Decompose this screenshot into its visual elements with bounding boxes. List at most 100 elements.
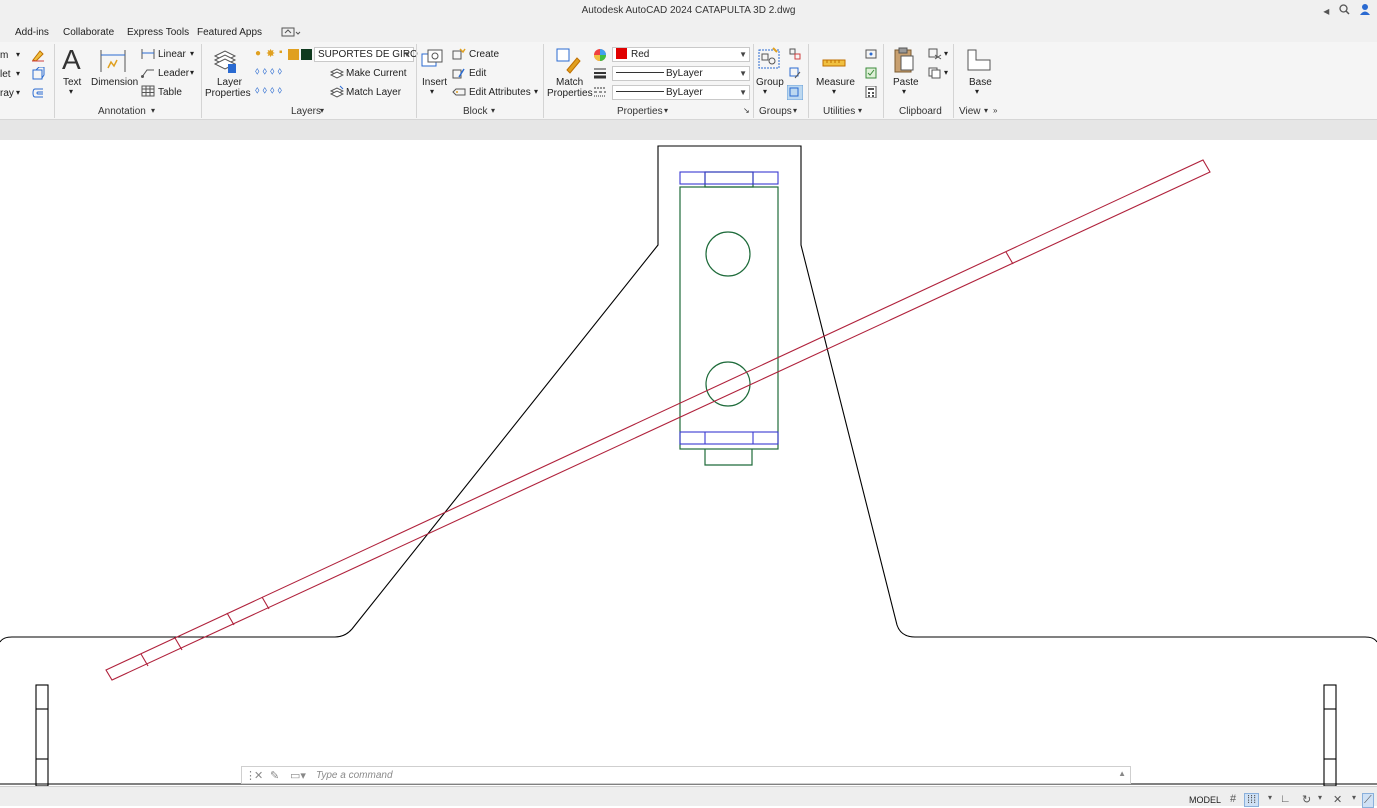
dropdown-arrow-icon[interactable]: ▾ [944, 68, 948, 77]
quick-select-icon[interactable] [865, 67, 877, 79]
text-icon[interactable]: A [62, 44, 81, 76]
cut-icon[interactable] [928, 48, 942, 60]
layer-thaw-icon[interactable]: ✸ [266, 47, 275, 60]
grid-icon[interactable]: # [1230, 793, 1236, 805]
explode-icon[interactable] [31, 67, 45, 81]
dropdown-arrow-icon[interactable]: ▾ [763, 87, 767, 96]
expand-ribbon-icon[interactable]: » [993, 106, 997, 115]
tab-featured-apps[interactable]: Featured Apps [197, 27, 262, 38]
make-current-icon[interactable] [330, 66, 344, 79]
calculator-icon[interactable] [865, 86, 877, 98]
dropdown-arrow-icon[interactable]: ▾ [190, 68, 194, 77]
match-layer-button[interactable]: Match Layer [346, 87, 401, 98]
recent-commands-icon[interactable]: ▭▾ [290, 769, 306, 782]
match-properties-label-1[interactable]: Match [556, 77, 583, 88]
dropdown-arrow-icon[interactable]: ▾ [1318, 793, 1322, 802]
polar-icon[interactable]: ↻ [1302, 793, 1311, 806]
edit-attributes-button[interactable]: Edit Attributes [469, 87, 531, 98]
snap-icon[interactable]: ⁞⁞⁞ [1244, 793, 1260, 807]
dimension-button[interactable]: Dimension [91, 77, 138, 88]
edit-block-button[interactable]: Edit [469, 68, 486, 79]
dropdown-arrow-icon[interactable]: ▾ [1352, 793, 1356, 802]
layer-tool-icons-row-2[interactable]: ⬨⬨⬨⬨ [255, 85, 285, 96]
lineweight-icon[interactable] [593, 67, 607, 79]
erase-icon[interactable] [31, 48, 45, 62]
dropdown-arrow-icon[interactable]: ▾ [534, 87, 538, 96]
dropdown-arrow-icon[interactable]: ▾ [944, 49, 948, 58]
utilities-panel-title[interactable]: Utilities [823, 106, 855, 117]
layer-on-icon[interactable]: ● [255, 48, 261, 59]
group-button[interactable]: Group [756, 77, 784, 88]
match-properties-icon[interactable] [555, 46, 581, 74]
table-icon[interactable] [141, 85, 155, 97]
group-selection-icon[interactable] [787, 85, 803, 100]
properties-panel-title[interactable]: Properties [617, 106, 663, 117]
copy-icon[interactable] [928, 67, 942, 79]
dropdown-arrow-icon[interactable]: ▾ [151, 106, 155, 115]
tab-collaborate[interactable]: Collaborate [63, 27, 114, 38]
dropdown-arrow-icon[interactable]: ▾ [902, 87, 906, 96]
dropdown-arrow-icon[interactable]: ▾ [190, 49, 194, 58]
layer-properties-label-2[interactable]: Properties [205, 88, 251, 99]
tab-add-ins[interactable]: Add-ins [15, 27, 49, 38]
dropdown-arrow-icon[interactable]: ▾ [16, 69, 20, 78]
user-icon[interactable] [1359, 4, 1371, 18]
dropdown-arrow-icon[interactable]: ▾ [664, 106, 668, 115]
command-input[interactable]: Type a command [316, 770, 393, 781]
expand-history-icon[interactable]: ▲ [1118, 769, 1126, 778]
block-panel-title[interactable]: Block [463, 106, 487, 117]
model-space-button[interactable]: MODEL [1189, 795, 1221, 805]
tab-overflow-icon[interactable] [281, 26, 301, 41]
dialog-launcher-icon[interactable]: ↘ [743, 106, 750, 115]
dropdown-arrow-icon[interactable]: ▾ [16, 88, 20, 97]
dropdown-arrow-icon[interactable]: ▾ [984, 106, 988, 115]
modify-partial-label-1[interactable]: m [0, 50, 8, 61]
layer-dropdown[interactable]: SUPORTES DE GIRO ▼ [314, 47, 418, 62]
layer-unlock-icon[interactable]: ▪ [279, 47, 283, 58]
create-block-icon[interactable] [452, 48, 466, 60]
view-panel-title[interactable]: View [959, 106, 981, 117]
base-view-icon[interactable] [966, 48, 992, 72]
dropdown-arrow-icon[interactable]: ▾ [320, 106, 324, 115]
search-icon[interactable] [1339, 4, 1353, 18]
command-line[interactable]: ⋮ ✕ ✎ ▭▾ Type a command ▲ [241, 766, 1131, 784]
color-dropdown[interactable]: Red ▼ [612, 47, 750, 62]
create-block-button[interactable]: Create [469, 49, 499, 60]
match-properties-label-2[interactable]: Properties [547, 88, 593, 99]
dropdown-arrow-icon[interactable]: ▾ [975, 87, 979, 96]
offset-icon[interactable] [31, 86, 45, 100]
leader-icon[interactable] [141, 66, 155, 78]
dropdown-arrow-icon[interactable]: ▾ [858, 106, 862, 115]
tab-express-tools[interactable]: Express Tools [127, 27, 189, 38]
dimension-icon[interactable] [99, 48, 127, 74]
insert-button[interactable]: Insert [422, 77, 447, 88]
match-layer-icon[interactable] [330, 85, 344, 98]
dropdown-arrow-icon[interactable]: ▾ [793, 106, 797, 115]
linear-icon[interactable] [141, 48, 155, 60]
dropdown-arrow-icon[interactable]: ▾ [16, 50, 20, 59]
group-edit-icon[interactable] [789, 67, 801, 79]
group-icon[interactable] [757, 46, 781, 74]
dropdown-arrow-icon[interactable]: ▾ [430, 87, 434, 96]
dropdown-arrow-icon[interactable]: ▾ [491, 106, 495, 115]
dropdown-arrow-icon[interactable]: ▾ [69, 87, 73, 96]
edit-attributes-icon[interactable] [452, 86, 466, 98]
customize-icon[interactable]: ✎ [270, 769, 279, 782]
modify-partial-label-3[interactable]: ray [0, 88, 14, 99]
modify-partial-label-2[interactable]: let [0, 69, 11, 80]
insert-icon[interactable] [420, 46, 446, 74]
base-view-button[interactable]: Base [969, 77, 992, 88]
table-button[interactable]: Table [158, 87, 182, 98]
lineweight-dropdown[interactable]: ByLayer ▼ [612, 66, 750, 81]
leader-button[interactable]: Leader [158, 68, 189, 79]
linetype-dropdown[interactable]: ByLayer ▼ [612, 85, 750, 100]
groups-panel-title[interactable]: Groups [759, 106, 792, 117]
measure-icon[interactable] [822, 52, 846, 74]
annotation-panel-title[interactable]: Annotation [98, 106, 146, 117]
drawing-canvas[interactable] [0, 140, 1377, 787]
layer-properties-label-1[interactable]: Layer [217, 77, 242, 88]
dropdown-arrow-icon[interactable]: ▾ [832, 87, 836, 96]
color-wheel-icon[interactable] [593, 48, 607, 62]
ortho-icon[interactable]: ∟ [1280, 793, 1291, 805]
linear-button[interactable]: Linear [158, 49, 186, 60]
